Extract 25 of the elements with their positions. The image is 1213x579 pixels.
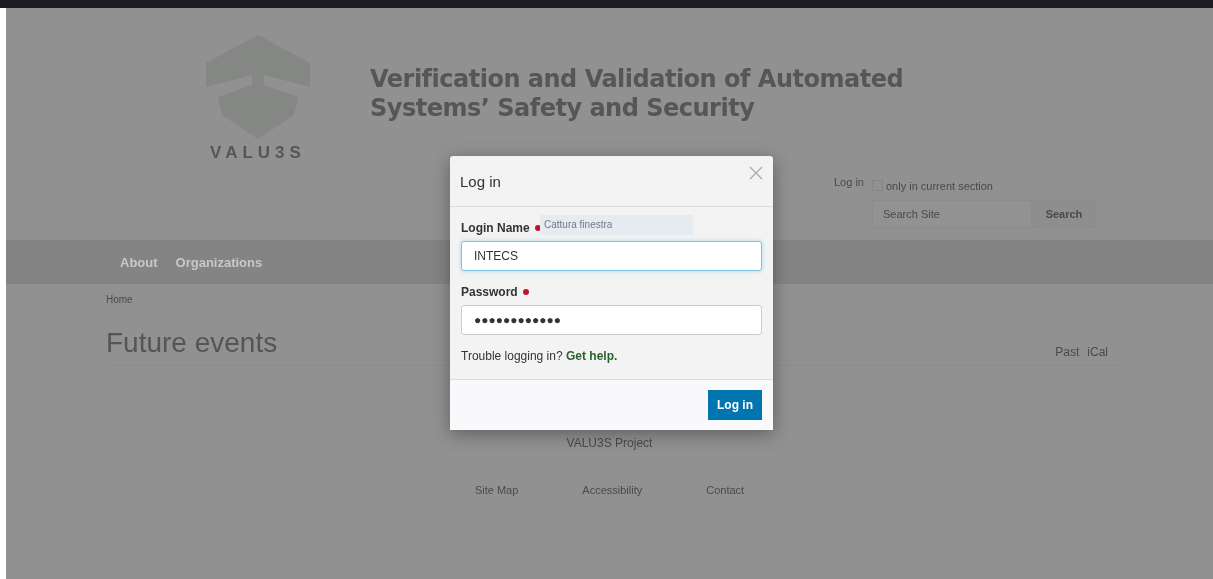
search-field[interactable]: Search Site (872, 200, 1032, 228)
search-button[interactable]: Search (1032, 200, 1096, 228)
logo-text: VALU3S (210, 143, 306, 163)
nav-link[interactable]: Organizations (175, 254, 263, 270)
footer-link[interactable]: Accessibility (582, 484, 643, 496)
tooltip: Cattura finestra (540, 215, 693, 235)
dialog-title: Log in (460, 172, 501, 190)
input-field[interactable]: INTECS (461, 241, 762, 271)
scope-label: only in current section (886, 180, 993, 192)
view-link[interactable]: iCal (1087, 345, 1108, 359)
nav-link[interactable]: About (120, 254, 158, 270)
footer-title: VALU3S Project (566, 436, 653, 450)
footer-link[interactable]: Site Map (474, 484, 519, 496)
footer-link[interactable]: Contact (706, 484, 745, 496)
close-icon (749, 166, 763, 180)
login-button[interactable]: Log in (708, 390, 762, 420)
page-heading: Future events (106, 327, 278, 359)
help-link[interactable]: Get help. (565, 349, 618, 363)
view-link[interactable]: Past (1055, 345, 1080, 359)
field-label: Password (461, 285, 518, 299)
login-link[interactable]: Log in (834, 176, 864, 228)
help-text: Trouble logging in? Get help. (461, 349, 619, 363)
input-field[interactable]: ●●●●●●●●●●●● (461, 305, 762, 335)
site-title: Verification and Validation of Automated Systems’ Safety and Security (370, 65, 904, 123)
field-label: Login Name (461, 221, 530, 235)
